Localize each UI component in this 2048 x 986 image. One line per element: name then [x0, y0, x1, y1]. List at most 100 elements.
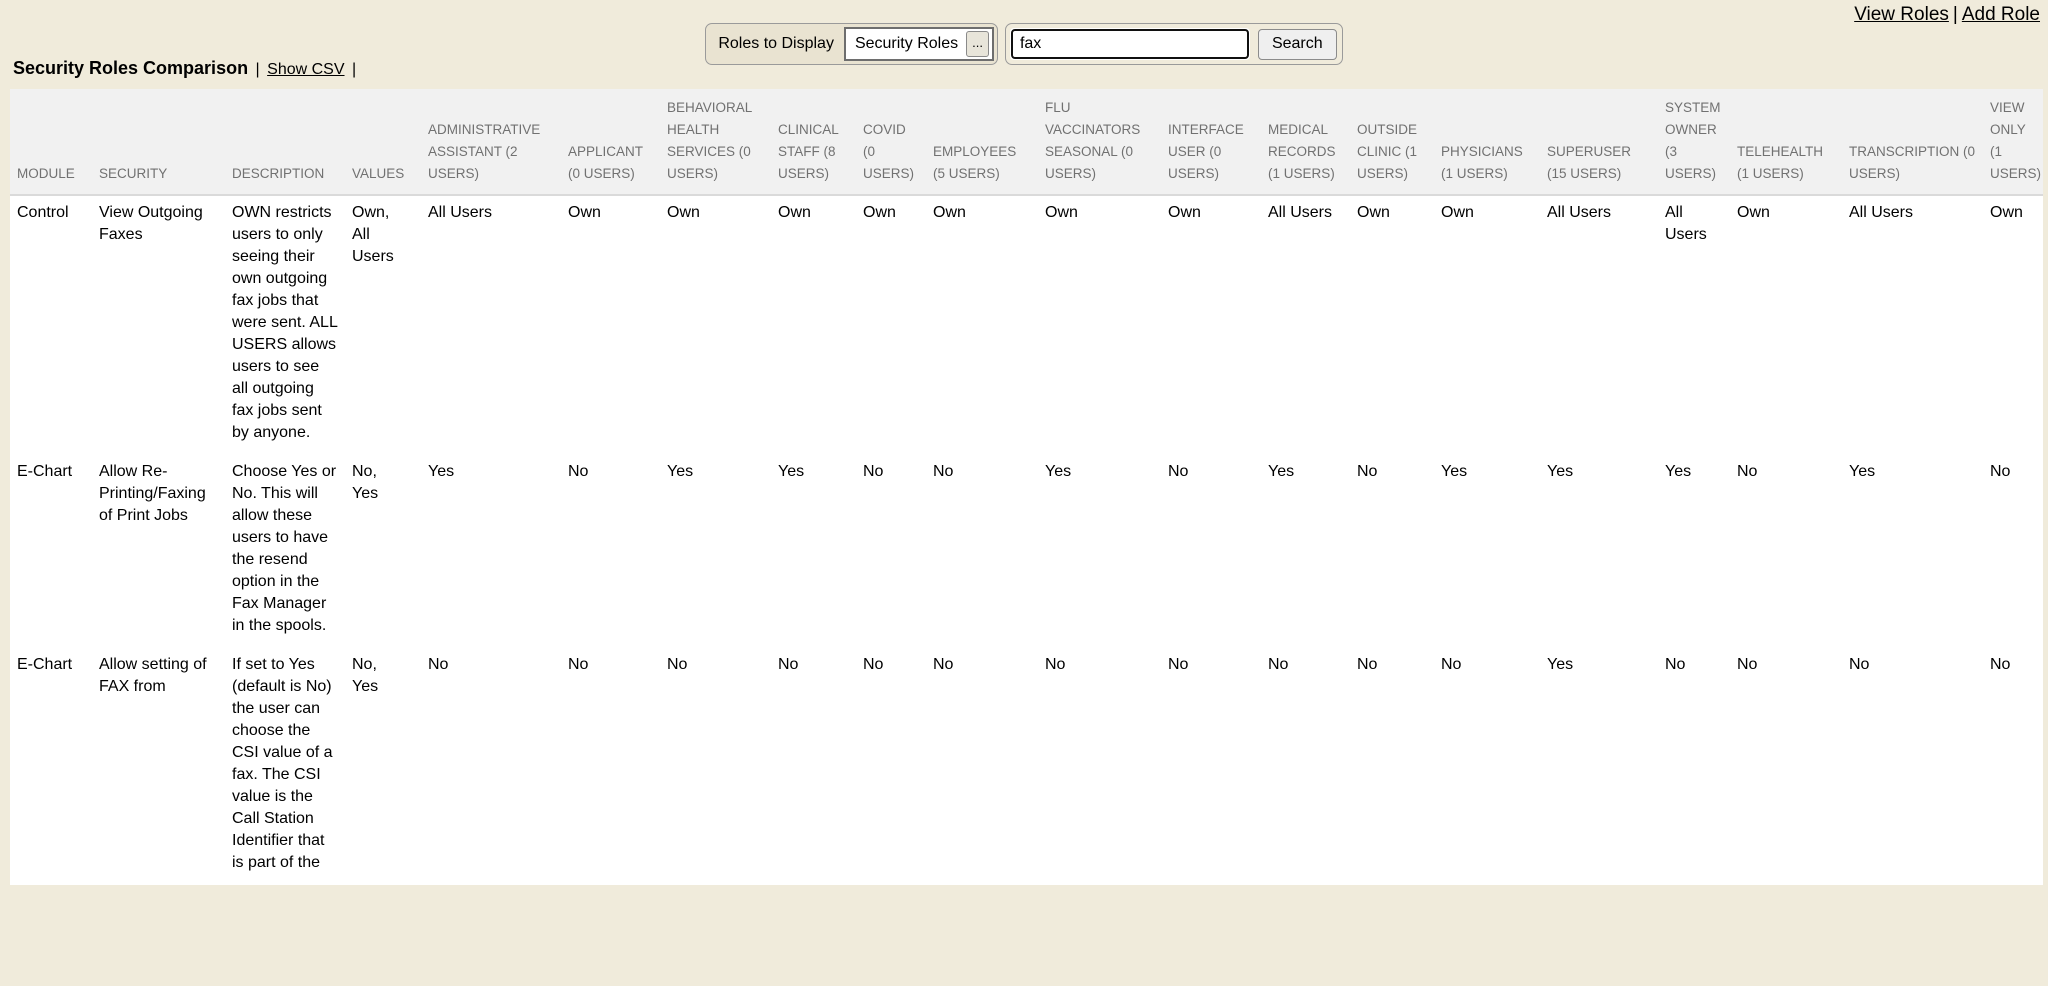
role-value-cell: Own [1161, 195, 1261, 455]
role-value-cell: All Users [1261, 195, 1350, 455]
role-value-cell: All Users [1540, 195, 1658, 455]
role-value-cell: No [1261, 648, 1350, 885]
role-value-cell: No [1350, 648, 1434, 885]
top-bar: View Roles|Add Role Roles to Display Sec… [0, 0, 2048, 58]
role-value-cell: No [1434, 648, 1540, 885]
role-value-cell: Yes [1038, 455, 1161, 648]
role-value-cell: Own [660, 195, 771, 455]
role-value-cell: No [771, 648, 856, 885]
role-col-header: TELEHEALTH (1 USERS) [1730, 89, 1842, 195]
role-value-cell: No [1350, 455, 1434, 648]
role-col-header: INTERFACE USER (0 USERS) [1161, 89, 1261, 195]
role-value-cell: No [1730, 455, 1842, 648]
search-controls: Roles to Display Security Roles ... Sear… [0, 23, 2048, 65]
role-value-cell: Own [1730, 195, 1842, 455]
role-value-cell: No [1161, 455, 1261, 648]
role-col-header: SYSTEM OWNER (3 USERS) [1658, 89, 1730, 195]
security-cell: Allow setting of FAX from [92, 648, 225, 885]
role-col-header: PHYSICIANS (1 USERS) [1434, 89, 1540, 195]
role-value-cell: Own [856, 195, 926, 455]
role-value-cell: Yes [1540, 648, 1658, 885]
view-roles-link[interactable]: View Roles [1854, 4, 1949, 25]
role-col-header: VIEW ONLY (1 USERS) [1983, 89, 2043, 195]
role-col-header: EMPLOYEES (5 USERS) [926, 89, 1038, 195]
role-col-header: ADMINISTRATIVE ASSISTANT (2 USERS) [421, 89, 561, 195]
role-value-cell: All Users [421, 195, 561, 455]
role-value-cell: Own [1350, 195, 1434, 455]
role-value-cell: Yes [421, 455, 561, 648]
role-value-cell: No [1983, 455, 2043, 648]
roles-selector-value: Security Roles [855, 35, 958, 53]
security-cell: View Outgoing Faxes [92, 195, 225, 455]
role-value-cell: No [1730, 648, 1842, 885]
description-cell: OWN restricts users to only seeing their… [225, 195, 345, 455]
values-text: Own, All Users [352, 202, 402, 268]
header-row: MODULESECURITYDESCRIPTIONVALUESADMINISTR… [10, 89, 2043, 195]
description-cell: Choose Yes or No. This will allow these … [225, 455, 345, 648]
role-value-cell: No [856, 648, 926, 885]
role-col-header: TRANSCRIPTION (0 USERS) [1842, 89, 1983, 195]
col-header-values: VALUES [345, 89, 421, 195]
values-cell: No, Yes [345, 648, 421, 885]
roles-to-display-label: Roles to Display [718, 35, 834, 53]
role-value-cell: Own [1983, 195, 2043, 455]
role-value-cell: No [421, 648, 561, 885]
role-value-cell: Yes [660, 455, 771, 648]
comparison-table: MODULESECURITYDESCRIPTIONVALUESADMINISTR… [10, 89, 2043, 885]
roles-to-display-group: Roles to Display Security Roles ... [705, 23, 998, 65]
role-col-header: FLU VACCINATORS SEASONAL (0 USERS) [1038, 89, 1161, 195]
role-value-cell: Yes [1261, 455, 1350, 648]
add-role-link[interactable]: Add Role [1962, 4, 2040, 25]
role-value-cell: Own [926, 195, 1038, 455]
module-cell: E-Chart [10, 648, 92, 885]
role-value-cell: Yes [1658, 455, 1730, 648]
table-row: E-ChartAllow Re-Printing/Faxing of Print… [10, 455, 2043, 648]
role-value-cell: No [1842, 648, 1983, 885]
role-value-cell: Own [561, 195, 660, 455]
role-col-header: APPLICANT (0 USERS) [561, 89, 660, 195]
role-value-cell: Yes [1842, 455, 1983, 648]
search-button[interactable]: Search [1258, 29, 1337, 60]
role-col-header: COVID (0 USERS) [856, 89, 926, 195]
role-value-cell: No [1983, 648, 2043, 885]
col-header-security: SECURITY [92, 89, 225, 195]
role-value-cell: No [1658, 648, 1730, 885]
description-cell: If set to Yes (default is No) the user c… [225, 648, 345, 885]
search-group: Search [1005, 23, 1343, 65]
role-value-cell: No [561, 648, 660, 885]
table-row: E-ChartAllow setting of FAX fromIf set t… [10, 648, 2043, 885]
role-col-header: SUPERUSER (15 USERS) [1540, 89, 1658, 195]
role-value-cell: Own [1434, 195, 1540, 455]
values-text: No, Yes [352, 654, 402, 698]
role-value-cell: No [856, 455, 926, 648]
role-value-cell: No [660, 648, 771, 885]
role-col-header: OUTSIDE CLINIC (1 USERS) [1350, 89, 1434, 195]
role-value-cell: Own [1038, 195, 1161, 455]
roles-picker-button[interactable]: ... [966, 31, 989, 57]
search-input[interactable] [1011, 29, 1249, 59]
role-value-cell: No [1161, 648, 1261, 885]
top-links-separator: | [1953, 4, 1958, 25]
roles-selector[interactable]: Security Roles ... [844, 27, 994, 61]
role-value-cell: No [926, 455, 1038, 648]
table-row: ControlView Outgoing FaxesOWN restricts … [10, 195, 2043, 455]
role-value-cell: Own [771, 195, 856, 455]
values-text: No, Yes [352, 461, 402, 505]
role-value-cell: No [926, 648, 1038, 885]
role-col-header: MEDICAL RECORDS (1 USERS) [1261, 89, 1350, 195]
col-header-module: MODULE [10, 89, 92, 195]
role-value-cell: All Users [1842, 195, 1983, 455]
role-col-header: BEHAVIORAL HEALTH SERVICES (0 USERS) [660, 89, 771, 195]
module-cell: Control [10, 195, 92, 455]
role-value-cell: Yes [1434, 455, 1540, 648]
module-cell: E-Chart [10, 455, 92, 648]
role-value-cell: Yes [1540, 455, 1658, 648]
role-value-cell: No [1038, 648, 1161, 885]
values-cell: No, Yes [345, 455, 421, 648]
role-value-cell: Yes [771, 455, 856, 648]
role-value-cell: All Users [1658, 195, 1730, 455]
col-header-description: DESCRIPTION [225, 89, 345, 195]
role-col-header: CLINICAL STAFF (8 USERS) [771, 89, 856, 195]
values-cell: Own, All Users [345, 195, 421, 455]
role-value-cell: No [561, 455, 660, 648]
